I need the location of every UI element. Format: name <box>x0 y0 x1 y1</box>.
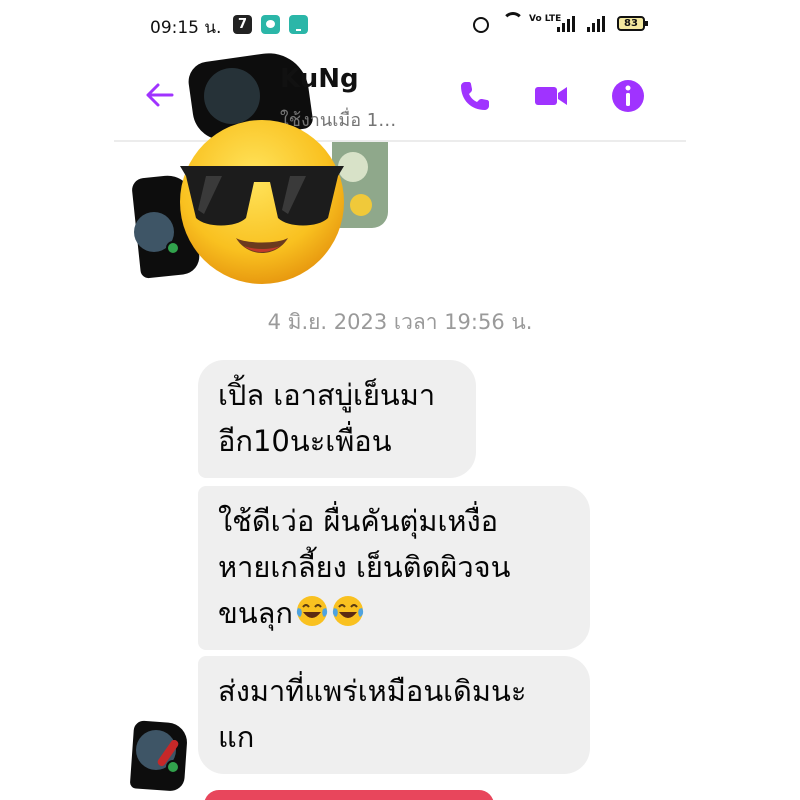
message-line: ขนลุก <box>218 596 293 630</box>
back-arrow-icon[interactable] <box>142 78 176 112</box>
wifi-icon <box>502 12 524 34</box>
message-line: อีก10นะเพื่อน <box>218 424 392 458</box>
contact-name[interactable]: KuNg <box>280 64 359 94</box>
message-bubble[interactable]: ใช้ดีเว่อ ผื่นคันตุ่มเหงื่อ หายเกลี้ยง เ… <box>198 486 590 650</box>
message-line-with-emoji: ขนลุก <box>218 590 570 636</box>
phone-screen: 09:15 น. 7 Vo LTE 83 KuNg ใช้งานเมื่อ 1… <box>114 0 686 800</box>
message-line: ใช้ดีเว่อ ผื่นคันตุ่มเหงื่อ <box>218 504 499 538</box>
message-bubble[interactable]: เปิ้ล เอาสบู่เย็นมา อีก10นะเพื่อน <box>198 360 476 478</box>
face-with-tears-of-joy-icon <box>332 596 364 626</box>
phone-icon[interactable] <box>457 78 493 114</box>
messenger-notification-icon <box>261 15 280 34</box>
seven-eleven-app-icon: 7 <box>233 15 252 34</box>
download-notification-icon <box>289 15 308 34</box>
avatar[interactable] <box>204 68 260 124</box>
video-camera-icon[interactable] <box>533 78 569 114</box>
status-time: 09:15 น. <box>150 18 222 38</box>
status-bar: 09:15 น. 7 Vo LTE 83 <box>114 0 686 50</box>
online-status-dot <box>166 760 180 774</box>
face-with-tears-of-joy-icon <box>296 596 328 626</box>
smiling-face-with-sunglasses-icon <box>180 120 344 284</box>
message-line: เปิ้ล เอาสบู่เย็นมา <box>218 378 436 412</box>
message-line: หายเกลี้ยง เย็นติดผิวจน <box>218 550 511 584</box>
alarm-icon <box>473 17 489 33</box>
battery-icon: 83 <box>617 16 648 31</box>
date-separator: 4 มิ.ย. 2023 เวลา 19:56 น. <box>267 310 533 334</box>
info-icon[interactable] <box>610 78 646 114</box>
next-message-bubble-partial[interactable] <box>204 790 494 800</box>
message-line: ส่งมาที่แพร่เหมือนเดิมนะ <box>218 674 527 708</box>
message-bubble[interactable]: ส่งมาที่แพร่เหมือนเดิมนะ แก <box>198 656 590 774</box>
volte-indicator: Vo LTE <box>529 14 562 24</box>
message-line: แก <box>218 720 255 754</box>
